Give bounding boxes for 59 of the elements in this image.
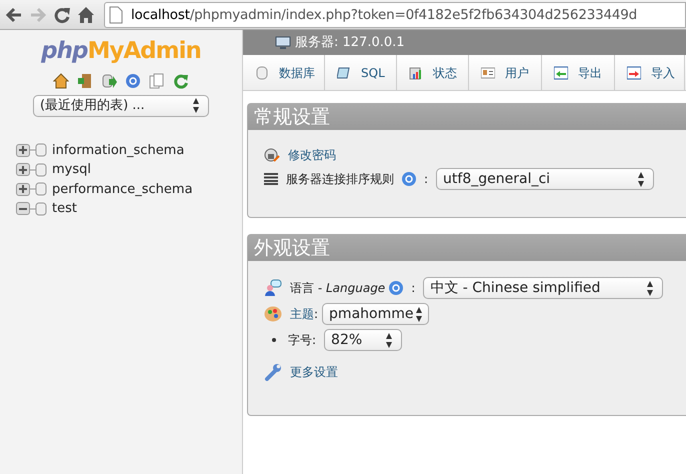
colon-text: : [411, 280, 416, 297]
tree-toggle[interactable] [16, 182, 30, 196]
list-icon [264, 173, 278, 185]
language-label: 语言 - Language [290, 280, 386, 297]
colon-text: : [424, 171, 428, 188]
palette-icon [264, 306, 282, 322]
database-icon [30, 162, 48, 177]
database-icon [30, 143, 48, 158]
collation-label: 服务器连接排序规则 [286, 171, 394, 188]
nav-tab[interactable]: 数据库 [243, 55, 325, 91]
tree-toggle[interactable] [16, 144, 30, 157]
table-arrow-icon [627, 66, 641, 80]
refresh-icon[interactable] [173, 72, 189, 88]
plus-icon [19, 166, 27, 174]
person-speech-icon [264, 279, 282, 297]
server-label[interactable]: 服务器: 127.0.0.1 [295, 32, 405, 52]
change-password-link[interactable]: 修改密码 [288, 146, 336, 164]
documents-icon[interactable] [149, 72, 165, 88]
plus-icon [19, 185, 27, 194]
panel-title: 外观设置 [248, 235, 686, 261]
tree-toggle[interactable] [16, 202, 30, 216]
logo[interactable]: phpMyAdmin [0, 30, 242, 68]
more-settings-link[interactable]: 更多设置 [290, 363, 338, 381]
database-icon [30, 182, 48, 196]
theme-dropdown[interactable]: pmahomme [322, 303, 430, 325]
language-dropdown[interactable]: 中文 - Chinese simplified [423, 277, 664, 299]
database-link[interactable]: performance_schema [52, 180, 193, 199]
plus-icon [19, 146, 27, 154]
nav-tab[interactable]: SQL [325, 55, 397, 91]
server-icon [275, 36, 291, 50]
tree-toggle[interactable] [16, 163, 30, 176]
wrench-icon [264, 363, 282, 381]
nav-tab[interactable]: 用户 [469, 55, 542, 91]
collation-dropdown[interactable]: utf8_general_ci [436, 168, 654, 190]
font-size-label: 字号: [288, 332, 316, 349]
exit-door-icon[interactable] [77, 72, 93, 88]
nav-tab[interactable]: 导入 [615, 55, 685, 91]
database-arrow-icon[interactable] [101, 72, 117, 88]
database-link[interactable]: test [52, 199, 77, 218]
url-text: localhost/phpmyadmin/index.php?token=0f4182e5f2fb634304d256233449d [131, 6, 638, 24]
id-card-icon [481, 66, 495, 80]
bullet-icon [272, 338, 276, 342]
home-icon[interactable] [76, 4, 96, 24]
nav-tab[interactable]: 状态 [397, 55, 469, 91]
database-icon [30, 202, 48, 216]
home-icon[interactable] [53, 72, 69, 88]
script-icon [337, 66, 351, 80]
database-link[interactable]: information_schema [52, 140, 184, 160]
theme-label: 主题: [290, 306, 318, 323]
address-bar[interactable]: localhost/phpmyadmin/index.php?token=0f4182e5f2fb634304d256233449d [104, 2, 686, 28]
table-arrow-icon [554, 66, 568, 80]
database-link[interactable]: mysql [52, 160, 91, 180]
nav-tab[interactable]: 导出 [542, 55, 615, 91]
chart-icon [409, 66, 423, 80]
font-size-dropdown[interactable]: 82% [324, 329, 402, 351]
recent-tables-dropdown[interactable]: (最近使用的表) ... [33, 94, 209, 116]
panel-title: 常规设置 [248, 104, 686, 130]
dropdown-arrows-icon [190, 97, 202, 114]
database-icon [255, 66, 269, 80]
